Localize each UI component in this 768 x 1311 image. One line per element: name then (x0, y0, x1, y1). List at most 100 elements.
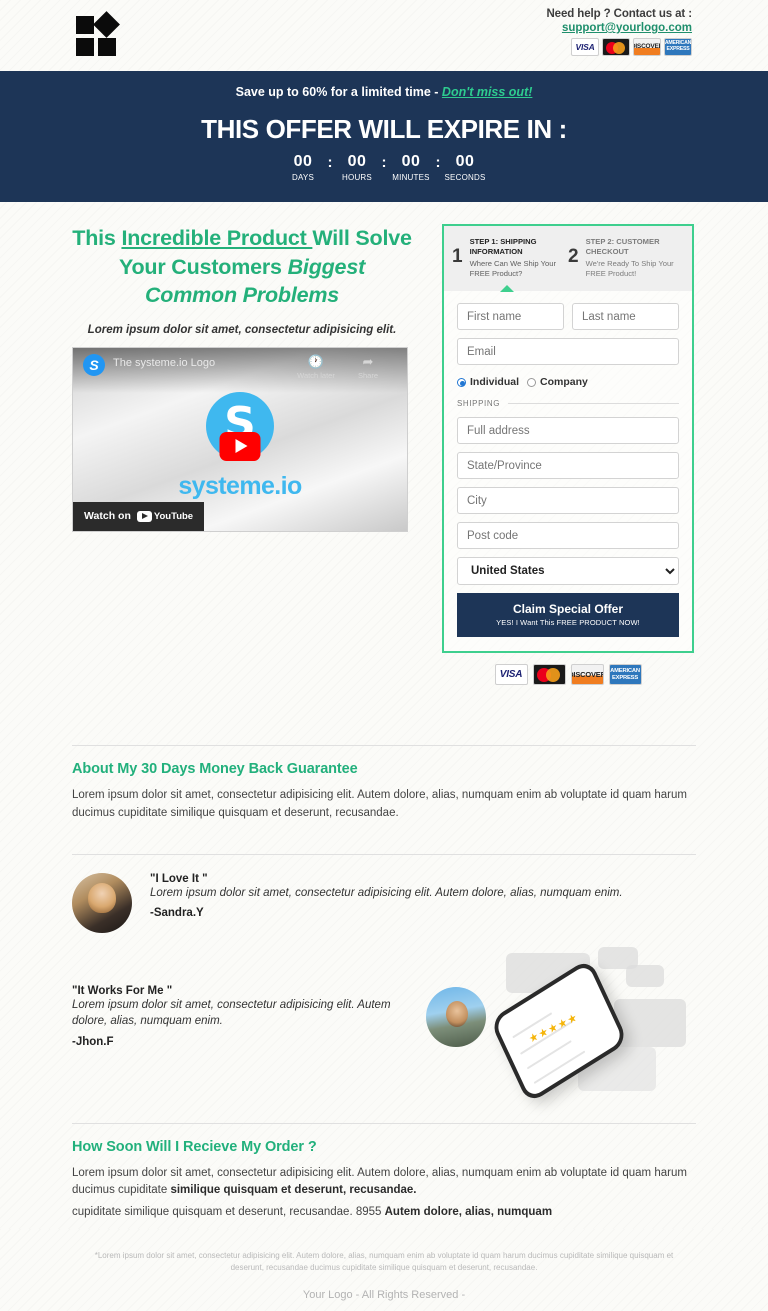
form-steps-header: 1 STEP 1: SHIPPING INFORMATION Where Can … (444, 226, 692, 292)
youtube-label: YouTube (153, 510, 194, 522)
visa-icon: VISA (571, 38, 599, 56)
site-header: Need help ? Contact us at : support@your… (0, 0, 768, 71)
promo-save-line: Save up to 60% for a limited time - Don'… (0, 85, 768, 99)
headline-part-1: This (72, 226, 122, 250)
timer-minutes-value: 00 (401, 153, 421, 170)
faq-body-1: Lorem ipsum dolor sit amet, consectetur … (72, 1165, 696, 1201)
play-triangle-icon (235, 439, 248, 454)
testimonial-1-quote: "I Love It " (150, 872, 208, 885)
video-player[interactable]: S The systeme.io Logo 🕐 Watch later ➦ Shar… (72, 346, 408, 532)
step-2-subtitle: We're Ready To Ship Your FREE Product! (585, 258, 674, 278)
first-name-input[interactable] (457, 303, 564, 330)
testimonial-2-body: "It Works For Me " Lorem ipsum dolor sit… (72, 985, 416, 1048)
radio-individual[interactable]: Individual (457, 376, 519, 388)
testimonial-1-author: -Sandra.Y (150, 907, 204, 920)
radio-individual-label: Individual (470, 376, 520, 388)
countdown-timer: 00 DAYS : 00 HOURS : 00 MINUTES : 00 SEC… (0, 153, 768, 182)
discover-label: DISCOVER (634, 42, 660, 50)
watch-on-youtube-button[interactable]: Watch on YouTube (73, 501, 205, 531)
amex-icon: AMERICAN EXPRESS (608, 664, 642, 685)
timer-sep-2: : (381, 154, 387, 171)
divider-1 (72, 745, 696, 746)
city-input[interactable] (457, 487, 679, 514)
timer-sep-1: : (327, 154, 333, 171)
timer-hours-label: HOURS (342, 173, 372, 182)
amex-icon: AMERICAN EXPRESS (664, 38, 692, 56)
form-payment-icons: VISA DISCOVER AMERICAN EXPRESS (442, 664, 694, 685)
address-input[interactable] (457, 417, 679, 444)
video-brand-text: systeme.io (178, 471, 302, 500)
faq-body-2-text: cupiditate similique quisquam et deserun… (72, 1206, 385, 1219)
video-title: The systeme.io Logo (113, 356, 216, 369)
promo-save-text: Save up to 60% for a limited time - (235, 85, 442, 99)
step-active-arrow-icon (500, 285, 514, 292)
timer-hours: 00 HOURS (336, 153, 378, 182)
faq-body-1-bold: similique quisquam et deserunt, recusand… (170, 1184, 417, 1197)
shipping-label: SHIPPING (457, 399, 501, 408)
share-button[interactable]: ➦ Share (345, 354, 391, 380)
watch-later-button[interactable]: 🕐 Watch later (293, 354, 339, 380)
step-2-title: STEP 2: CUSTOMER CHECKOUT (585, 237, 660, 257)
discover-label: DISCOVER (572, 669, 603, 679)
faq-body-2-bold: Autem dolore, alias, numquam (384, 1206, 553, 1219)
radio-company-label: Company (540, 376, 588, 388)
page-title: This Incredible Product Will Solve Your … (72, 224, 412, 310)
shipping-divider: SHIPPING (457, 399, 679, 408)
rating-stars-icon: ★★★★★ (527, 1010, 580, 1046)
share-label: Share (357, 370, 378, 380)
hero-subheadline: Lorem ipsum dolor sit amet, consectetur … (87, 323, 397, 336)
amex-label: AMERICAN EXPRESS (664, 40, 692, 52)
timer-days-label: DAYS (292, 173, 314, 182)
timer-days-value: 00 (293, 153, 313, 170)
claim-offer-button[interactable]: Claim Special Offer YES! I Want This FRE… (457, 593, 679, 637)
discover-icon: DISCOVER (570, 664, 604, 685)
email-input[interactable] (457, 338, 679, 365)
visa-icon: VISA (494, 664, 528, 685)
testimonial-2-text: Lorem ipsum dolor sit amet, consectetur … (72, 999, 391, 1028)
last-name-input[interactable] (572, 303, 679, 330)
play-button[interactable] (219, 431, 261, 461)
account-type-radios: Individual Company (457, 376, 679, 388)
header-payment-icons: VISA DISCOVER AMERICAN EXPRESS (546, 38, 692, 56)
footer-rights: Your Logo - All Rights Reserved - (302, 1288, 466, 1301)
visa-label: VISA (499, 668, 523, 680)
timer-minutes: 00 MINUTES (390, 153, 432, 182)
channel-avatar-icon[interactable]: S (83, 353, 105, 376)
divider-3 (72, 1122, 696, 1124)
testimonial-1: "I Love It " Lorem ipsum dolor sit amet,… (0, 855, 768, 933)
step-2-number: 2 (568, 246, 579, 267)
country-select[interactable]: United States (457, 557, 679, 585)
step-1-subtitle: Where Can We Ship Your FREE Product? (469, 258, 556, 278)
optin-form-card: 1 STEP 1: SHIPPING INFORMATION Where Can … (442, 224, 694, 653)
headline-underlined: Incredible Product (121, 226, 313, 250)
dont-miss-out-link[interactable]: Don't miss out! (442, 85, 532, 99)
watch-later-label: Watch later (297, 370, 335, 380)
share-arrow-icon: ➦ (362, 353, 374, 369)
step-1: 1 STEP 1: SHIPPING INFORMATION Where Can … (452, 237, 568, 279)
avatar (72, 872, 132, 933)
radio-company-dot-icon (527, 377, 537, 387)
optin-form-column: 1 STEP 1: SHIPPING INFORMATION Where Can … (442, 224, 694, 685)
timer-days: 00 DAYS (282, 153, 324, 182)
promo-banner: Save up to 60% for a limited time - Don'… (0, 71, 768, 202)
timer-minutes-label: MINUTES (392, 173, 430, 182)
guarantee-body: Lorem ipsum dolor sit amet, consectetur … (72, 789, 687, 819)
guarantee-heading: About My 30 Days Money Back Guarantee (72, 761, 358, 777)
mastercard-icon (602, 38, 630, 56)
testimonial-2: "It Works For Me " Lorem ipsum dolor sit… (0, 933, 768, 1104)
cta-sub-label: YES! I Want This FREE PRODUCT NOW! (496, 618, 640, 627)
timer-hours-value: 00 (347, 153, 367, 170)
testimonial-1-text: Lorem ipsum dolor sit amet, consectetur … (150, 886, 623, 899)
timer-sep-3: : (435, 154, 441, 171)
postcode-input[interactable] (457, 522, 679, 549)
discover-icon: DISCOVER (633, 38, 661, 56)
support-email-link[interactable]: support@yourlogo.com (546, 22, 692, 34)
landing-page: Need help ? Contact us at : support@your… (0, 0, 768, 1311)
testimonial-1-body: "I Love It " Lorem ipsum dolor sit amet,… (150, 873, 623, 920)
state-input[interactable] (457, 452, 679, 479)
radio-company[interactable]: Company (527, 376, 588, 388)
timer-seconds-value: 00 (455, 153, 475, 170)
logo-icon[interactable] (76, 11, 120, 58)
youtube-logo-icon: YouTube (136, 510, 194, 522)
phone-mockup-illustration: ★★★★★ (486, 946, 696, 1104)
